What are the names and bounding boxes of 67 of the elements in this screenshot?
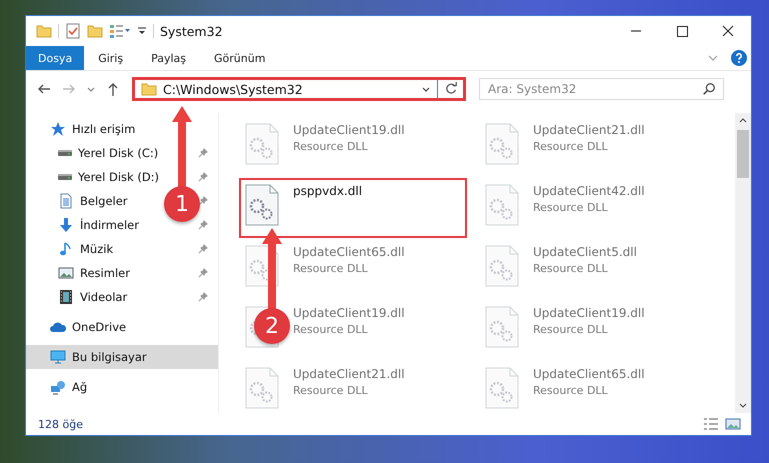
sidebar-item[interactable]: Yerel Disk (C:) (78, 146, 158, 160)
file-name[interactable]: UpdateClient5.dll (533, 245, 637, 259)
ribbon-tab[interactable]: Paylaş (137, 46, 200, 70)
sidebar-item[interactable]: Ağ (72, 380, 88, 394)
sidebar-item[interactable]: Müzik (80, 242, 114, 256)
dll-file-icon (485, 306, 519, 348)
sidebar-item[interactable]: Belgeler (80, 194, 128, 208)
file-name[interactable]: UpdateClient21.dll (533, 123, 645, 137)
window-title: System32 (160, 24, 223, 38)
dll-file-icon (485, 123, 519, 165)
file-type: Resource DLL (533, 262, 609, 275)
file-name[interactable]: UpdateClient65.dll (533, 367, 645, 381)
file-type: Resource DLL (533, 323, 609, 336)
file-type: Resource DLL (533, 201, 609, 214)
file-name: psppvdx.dll (293, 184, 362, 198)
film-icon (58, 289, 74, 305)
file-name[interactable]: UpdateClient19.dll (293, 306, 405, 320)
help-icon[interactable] (731, 50, 747, 66)
star-icon (50, 121, 66, 137)
file-name[interactable]: UpdateClient19.dll (533, 306, 645, 320)
search-field[interactable]: Ara: System32 (479, 78, 724, 100)
monitor-icon (50, 349, 66, 365)
dll-file-icon (245, 123, 279, 165)
search-icon (702, 82, 716, 96)
file-item[interactable]: psppvdx.dll (239, 178, 467, 238)
file-name[interactable]: UpdateClient19.dll (293, 123, 405, 137)
sidebar-item[interactable]: Bu bilgisayar (26, 345, 218, 369)
item-count: 128 öğe (38, 418, 83, 430)
file-type: Resource DLL (533, 140, 609, 153)
sidebar-item[interactable]: İndirmeler (80, 218, 139, 232)
sidebar-item[interactable]: Hızlı erişim (72, 122, 136, 136)
file-type: Resource DLL (293, 323, 369, 336)
dll-file-icon (485, 367, 519, 409)
dll-file-icon (485, 245, 519, 287)
sidebar-item[interactable]: Yerel Disk (D:) (78, 170, 160, 184)
checklist-icon[interactable] (65, 23, 81, 39)
properties-icon[interactable] (109, 23, 131, 39)
address-bar[interactable]: C:\Windows\System32 (132, 77, 466, 101)
ribbon-tab[interactable]: Giriş (84, 46, 138, 70)
file-type: Resource DLL (533, 384, 609, 397)
refresh-icon[interactable] (444, 82, 458, 96)
drive-icon (58, 173, 72, 181)
sidebar-item[interactable]: OneDrive (72, 320, 126, 334)
document-icon (58, 193, 74, 209)
file-name[interactable]: UpdateClient21.dll (293, 367, 405, 381)
ribbon-tab[interactable]: Görünüm (200, 46, 280, 70)
thumbnail-view-icon[interactable] (725, 416, 741, 432)
file-name[interactable]: UpdateClient65.dll (293, 245, 405, 259)
picture-icon (58, 265, 74, 281)
scrollbar-thumb[interactable] (737, 130, 749, 178)
sidebar-item[interactable]: Videolar (80, 290, 128, 304)
dropdown-icon[interactable] (137, 26, 147, 36)
file-type: Resource DLL (293, 384, 369, 397)
sidebar-item[interactable]: Resimler (80, 266, 130, 280)
file-type: Resource DLL (293, 140, 369, 153)
network-icon (50, 379, 66, 395)
ribbon-tab[interactable]: Dosya (26, 46, 84, 70)
file-name[interactable]: UpdateClient42.dll (533, 184, 645, 198)
details-view-icon[interactable] (703, 416, 719, 432)
drive-icon (58, 149, 72, 157)
file-type: Resource DLL (293, 262, 369, 275)
dll-file-icon (485, 184, 519, 226)
folder-icon (141, 81, 157, 97)
dll-file-icon (245, 184, 279, 226)
down-arrow-icon (58, 217, 74, 233)
dll-file-icon (245, 367, 279, 409)
vertical-scrollbar[interactable] (735, 113, 751, 413)
